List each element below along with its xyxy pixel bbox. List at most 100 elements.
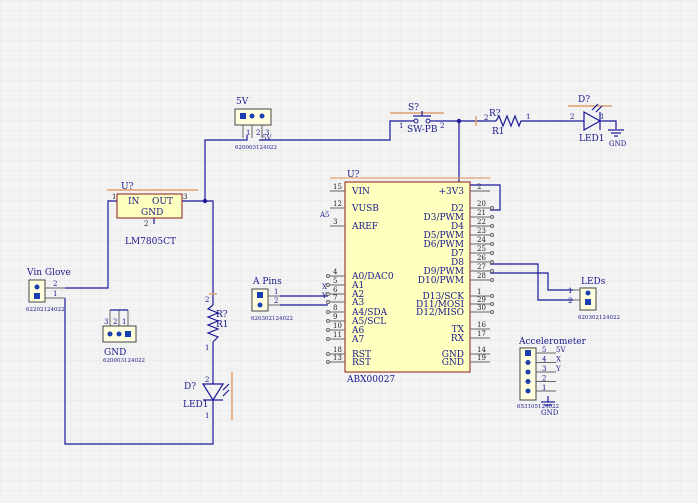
schematic-canvas[interactable]: U? IN OUT GND 1 3 2 LM7805CT U? ABX00027…: [0, 0, 698, 498]
connector-code: 620302124022: [251, 316, 293, 322]
connector-pin-num: 2: [256, 129, 260, 137]
led-name: LED1: [183, 400, 209, 410]
net-label-y: Y: [321, 292, 327, 300]
resistor-name: R1: [216, 320, 229, 330]
mcu-pin-num: 15: [333, 183, 342, 191]
regulator-pin-gnd: GND: [141, 208, 163, 218]
regulator-pin-out: OUT: [152, 197, 173, 207]
mcu-pin-name: A3: [351, 298, 364, 308]
resistor-pin-num: 2: [484, 114, 488, 122]
net-label-a5: A5: [319, 211, 330, 219]
led-name: LED1: [579, 134, 605, 144]
gnd-label: GND: [541, 409, 559, 417]
junction-dot: [456, 118, 462, 124]
mcu-pin-num: 2: [477, 183, 481, 191]
mcu-pin-num: 27: [477, 263, 486, 271]
connector-pin-num: 5: [542, 346, 546, 354]
connector-code: 620003124022: [103, 358, 145, 364]
connector-pin-num: 2: [568, 297, 572, 305]
connector-pin-num: 1: [542, 384, 546, 392]
connector-pin-num: 2: [274, 297, 278, 305]
regulator-part: LM7805CT: [125, 237, 176, 247]
connector-pin-num: 2: [53, 280, 57, 288]
connector-net-label: Y: [555, 365, 561, 373]
mcu-pin-name: AREF: [351, 222, 378, 232]
schematic-sheet: U? IN OUT GND 1 3 2 LM7805CT U? ABX00027…: [0, 0, 698, 498]
connector-accel-title: Accelerometer: [518, 337, 587, 347]
mcu-pin-num: 16: [477, 321, 486, 329]
mcu-pin-num: 12: [333, 200, 342, 208]
connector-pin-num: 4: [542, 356, 547, 364]
connector-code: 62202124022: [26, 307, 65, 313]
regulator-pin-num: 1: [112, 193, 116, 201]
mcu-pin-num: 6: [333, 286, 338, 294]
mcu-pin-name: D10/PWM: [418, 276, 464, 286]
connector-pin-square: [525, 350, 531, 356]
connector-pin-num: 1: [53, 290, 57, 298]
regulator-pin-num: 3: [183, 193, 187, 201]
connector-pin-dot: [259, 113, 265, 119]
led-pin-num: 2: [570, 113, 574, 121]
mcu-part: ABX00027: [346, 375, 395, 385]
mcu-pin-num: 1: [477, 288, 481, 296]
connector-net-label: X: [556, 356, 561, 364]
mcu-pin-name: A7: [351, 335, 364, 345]
connector-pin-dot: [525, 369, 531, 375]
connector-pin-num: 1: [122, 318, 126, 326]
switch-pin-num: 1: [399, 122, 403, 130]
resistor-name: R1: [492, 127, 505, 137]
resistor-ref: R?: [216, 310, 228, 320]
mcu-pin-name: +3V3: [439, 187, 465, 197]
mcu-pin-num: 4: [333, 268, 338, 276]
mcu-pin-num: 21: [477, 209, 486, 217]
connector-pin-num: 3: [104, 318, 108, 326]
mcu-pin-num: 22: [477, 218, 486, 226]
switch-ref: S?: [408, 103, 419, 113]
connector-pin-dot: [249, 113, 255, 119]
microcontroller[interactable]: U? ABX00027 15 VIN12 VUSB3 AREF4 A0/DAC05 A16…: [326, 170, 494, 385]
mcu-pin-num: 26: [477, 254, 486, 262]
connector-pin-num: 1: [274, 288, 278, 296]
connector-leds-title: LEDs: [581, 277, 606, 287]
mcu-pin-name: VIN: [351, 187, 370, 197]
led-ref: D?: [184, 382, 196, 392]
mcu-pin-num: 5: [333, 277, 337, 285]
connector-pin-dot: [525, 360, 531, 365]
connector-code: 620003124022: [235, 145, 277, 151]
mcu-pin-num: 20: [477, 200, 486, 208]
connector-pin-dot: [525, 388, 531, 394]
mcu-pin-num: 9: [333, 313, 337, 321]
led-ref: D?: [578, 95, 590, 105]
led-pin-num: 1: [600, 113, 604, 121]
connector-5v-net: 5V: [262, 134, 272, 142]
mcu-pin-num: 14: [477, 346, 486, 354]
mcu-pin-name: RST: [352, 358, 371, 368]
led-pin-num: 2: [205, 376, 209, 384]
mcu-pin-num: 8: [333, 304, 337, 312]
mcu-pin-num: 19: [477, 354, 486, 362]
mcu-pin-num: 10: [333, 322, 342, 330]
led-pin-num: 1: [205, 412, 209, 420]
mcu-pin-num: 23: [477, 227, 486, 235]
connector-apins-title: A Pins: [252, 277, 282, 287]
mcu-pin-num: 28: [477, 272, 486, 280]
junction-dot: [202, 198, 208, 204]
net-label-x: X: [322, 283, 327, 291]
resistor-pin-num: 2: [205, 296, 209, 304]
regulator-pin-num: 2: [144, 220, 148, 228]
resistor-pin-num: 1: [526, 113, 530, 121]
connector-code: 620302124022: [578, 315, 620, 321]
connector-pin-num: 2: [542, 375, 546, 383]
resistor-pin-num: 1: [205, 344, 209, 352]
connector-pin-dot: [525, 379, 531, 384]
mcu-pin-name: GND: [442, 358, 464, 368]
mcu-pin-num: 25: [477, 245, 486, 253]
connector-pin-num: 2: [113, 318, 117, 326]
connector-gnd-title: GND: [104, 348, 126, 358]
resistor-ref: R?: [489, 109, 501, 119]
connector-pin-square: [240, 113, 246, 119]
connector-net-label: 5V: [556, 346, 566, 354]
mcu-pin-name: RX: [451, 334, 465, 344]
mcu-pin-name: VUSB: [351, 204, 379, 214]
connector-vin-title: Vin Glove: [26, 268, 71, 278]
